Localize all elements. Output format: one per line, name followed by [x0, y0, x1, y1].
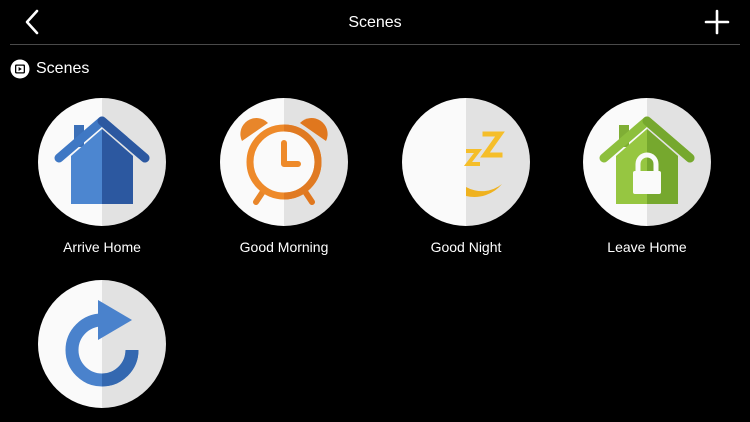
refresh-arrow-icon [65, 300, 139, 387]
alarm-clock-icon [240, 118, 328, 205]
scenes-screen: Scenes Scenes Arrive Home Good Morning G… [0, 0, 750, 422]
scene-play-icon [10, 59, 30, 79]
scene-label: Leave Home [607, 239, 687, 255]
house-icon [54, 116, 150, 204]
plus-icon [704, 9, 730, 35]
scene-icon-circle [38, 280, 166, 408]
scene-icon-circle [220, 98, 348, 226]
navigation-bar: Scenes [0, 0, 750, 44]
scene-tile-refresh[interactable] [22, 280, 182, 421]
scene-label: Arrive Home [63, 239, 141, 255]
house-lock-icon [599, 116, 695, 204]
section-header: Scenes [10, 58, 89, 80]
scene-label: Good Morning [239, 239, 329, 255]
scene-icon-circle [38, 98, 166, 226]
page-title: Scenes [348, 14, 402, 31]
section-title: Scenes [36, 60, 90, 77]
scene-tile-arrive-home[interactable]: Arrive Home [22, 98, 182, 255]
scene-icon-circle [583, 98, 711, 226]
add-scene-button[interactable] [704, 9, 730, 35]
scene-tile-good-morning[interactable]: Good Morning [204, 98, 364, 255]
header-divider [10, 44, 740, 45]
scene-tile-good-night[interactable]: Good Night [386, 98, 546, 255]
scene-icon-circle [402, 98, 530, 226]
moon-sleep-icon [446, 122, 505, 197]
scene-tile-leave-home[interactable]: Leave Home [567, 98, 727, 255]
scene-label: Good Night [430, 239, 502, 255]
